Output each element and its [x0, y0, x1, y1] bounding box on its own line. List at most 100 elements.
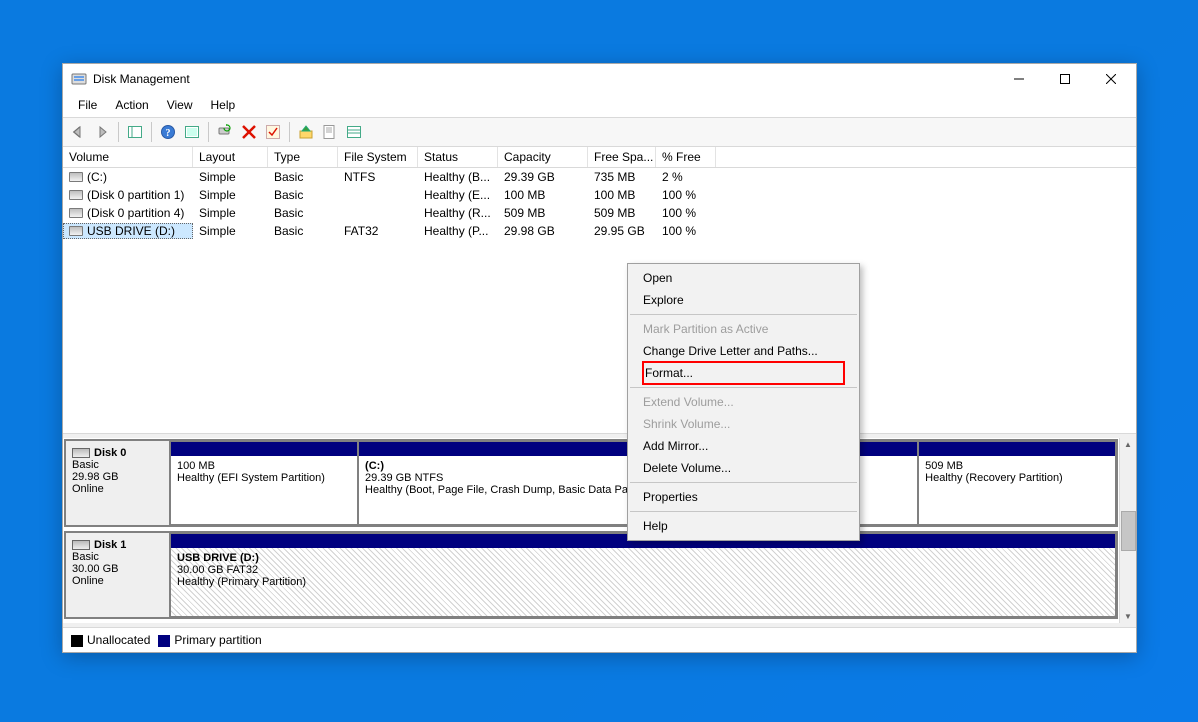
cell-layout: Simple — [193, 187, 268, 203]
context-menu-item[interactable]: Add Mirror... — [629, 435, 858, 457]
cell-capacity: 29.39 GB — [498, 169, 588, 185]
context-menu-item[interactable]: Change Drive Letter and Paths... — [629, 340, 858, 362]
context-menu-item: Extend Volume... — [629, 391, 858, 413]
context-menu-separator — [630, 387, 857, 388]
disk-size: 30.00 GB — [72, 563, 118, 575]
context-menu[interactable]: OpenExplore Mark Partition as ActiveChang… — [627, 263, 860, 541]
volume-row[interactable]: (Disk 0 partition 4)SimpleBasicHealthy (… — [63, 204, 1136, 222]
disk-basic: Basic — [72, 551, 99, 563]
context-menu-item[interactable]: Format... — [642, 361, 845, 385]
up-icon[interactable] — [295, 121, 317, 143]
partition-stripe — [171, 442, 357, 456]
properties-button[interactable] — [319, 121, 341, 143]
cell-status: Healthy (P... — [418, 223, 498, 239]
cell-freespace: 509 MB — [588, 205, 656, 221]
legend-primary: Primary partition — [174, 633, 261, 647]
help-button[interactable]: ? — [157, 121, 179, 143]
partition-title: USB DRIVE (D:) — [177, 552, 259, 564]
context-menu-item: Mark Partition as Active — [629, 318, 858, 340]
context-menu-separator — [630, 511, 857, 512]
volume-name: (Disk 0 partition 1) — [87, 188, 184, 202]
forward-button[interactable] — [91, 121, 113, 143]
disk-state: Online — [72, 483, 104, 495]
menu-action[interactable]: Action — [108, 96, 155, 114]
context-menu-item-label: Format... — [645, 366, 693, 380]
close-button[interactable] — [1088, 64, 1134, 93]
scroll-down-icon[interactable]: ▼ — [1124, 612, 1132, 621]
column-header-pctfree[interactable]: % Free — [656, 147, 716, 167]
volume-row[interactable]: USB DRIVE (D:)SimpleBasicFAT32Healthy (P… — [63, 222, 1136, 240]
cell-filesystem — [338, 187, 418, 203]
context-menu-item: Shrink Volume... — [629, 413, 858, 435]
column-header-volume[interactable]: Volume — [63, 147, 193, 167]
disk-size: 29.98 GB — [72, 471, 118, 483]
context-menu-item[interactable]: Explore — [629, 289, 858, 311]
volume-list[interactable]: VolumeLayoutTypeFile SystemStatusCapacit… — [63, 147, 1136, 434]
volume-row[interactable]: (C:)SimpleBasicNTFSHealthy (B...29.39 GB… — [63, 168, 1136, 186]
disk-row: Disk 1Basic30.00 GBOnlineUSB DRIVE (D:)3… — [64, 531, 1118, 619]
disk-name: Disk 0 — [94, 447, 126, 459]
volume-name: (Disk 0 partition 4) — [87, 206, 184, 220]
list-view-button[interactable] — [343, 121, 365, 143]
column-header-filesystem[interactable]: File System — [338, 147, 418, 167]
cell-status: Healthy (E... — [418, 187, 498, 203]
app-icon — [71, 71, 87, 87]
disk-label[interactable]: Disk 1Basic30.00 GBOnline — [66, 533, 170, 617]
column-header-freespace[interactable]: Free Spa... — [588, 147, 656, 167]
partition[interactable]: 100 MBHealthy (EFI System Partition) — [170, 441, 358, 525]
cell-type: Basic — [268, 169, 338, 185]
cell-freespace: 29.95 GB — [588, 223, 656, 239]
settings-button[interactable] — [181, 121, 203, 143]
graphical-view: Disk 0Basic29.98 GBOnline100 MBHealthy (… — [63, 434, 1136, 627]
partition[interactable]: USB DRIVE (D:)30.00 GB FAT32Healthy (Pri… — [170, 533, 1116, 617]
menu-help[interactable]: Help — [204, 96, 243, 114]
column-header-type[interactable]: Type — [268, 147, 338, 167]
context-menu-item[interactable]: Properties — [629, 486, 858, 508]
context-menu-item-label: Add Mirror... — [643, 439, 708, 453]
partition-title: (C:) — [365, 460, 384, 472]
volume-name: (C:) — [87, 170, 107, 184]
vertical-scrollbar[interactable]: ▲ ▼ — [1119, 438, 1136, 623]
check-button[interactable] — [262, 121, 284, 143]
context-menu-item[interactable]: Delete Volume... — [629, 457, 858, 479]
column-header-capacity[interactable]: Capacity — [498, 147, 588, 167]
toolbar: ? — [63, 117, 1136, 147]
partition-info: USB DRIVE (D:)30.00 GB FAT32Healthy (Pri… — [171, 548, 1115, 616]
cell-pctfree: 100 % — [656, 205, 716, 221]
partition-size: 30.00 GB FAT32 — [177, 564, 258, 576]
partition-status: Healthy (EFI System Partition) — [177, 472, 325, 484]
column-header-layout[interactable]: Layout — [193, 147, 268, 167]
partition-size: 509 MB — [925, 460, 963, 472]
partition-info: 509 MBHealthy (Recovery Partition) — [919, 456, 1115, 524]
menu-view[interactable]: View — [160, 96, 200, 114]
legend-swatch-unallocated — [71, 635, 83, 647]
back-button[interactable] — [67, 121, 89, 143]
context-menu-item-label: Shrink Volume... — [643, 417, 730, 431]
delete-button[interactable] — [238, 121, 260, 143]
partition[interactable]: 509 MBHealthy (Recovery Partition) — [918, 441, 1116, 525]
cell-type: Basic — [268, 187, 338, 203]
context-menu-item[interactable]: Help — [629, 515, 858, 537]
menu-file[interactable]: File — [71, 96, 104, 114]
minimize-button[interactable] — [996, 64, 1042, 93]
scroll-thumb[interactable] — [1121, 511, 1136, 551]
disk-label[interactable]: Disk 0Basic29.98 GBOnline — [66, 441, 170, 525]
maximize-button[interactable] — [1042, 64, 1088, 93]
refresh-button[interactable] — [214, 121, 236, 143]
volume-icon — [69, 208, 83, 218]
cell-capacity: 29.98 GB — [498, 223, 588, 239]
partition-size: 100 MB — [177, 460, 215, 472]
volume-row[interactable]: (Disk 0 partition 1) SimpleBasic Healthy (… — [63, 186, 1136, 204]
cell-layout: Simple — [193, 205, 268, 221]
context-menu-item[interactable]: Open — [629, 267, 858, 289]
column-header-status[interactable]: Status — [418, 147, 498, 167]
volume-list-header: VolumeLayoutTypeFile SystemStatusCapacit… — [63, 147, 1136, 168]
cell-freespace: 735 MB — [588, 169, 656, 185]
partition-stripe — [919, 442, 1115, 456]
partition-status: Healthy (Primary Partition) — [177, 576, 306, 588]
scroll-up-icon[interactable]: ▲ — [1124, 440, 1132, 449]
disk-row: Disk 0Basic29.98 GBOnline100 MBHealthy (… — [64, 439, 1118, 527]
show-hide-tree-button[interactable] — [124, 121, 146, 143]
disk-name: Disk 1 — [94, 539, 126, 551]
cell-filesystem: FAT32 — [338, 223, 418, 239]
